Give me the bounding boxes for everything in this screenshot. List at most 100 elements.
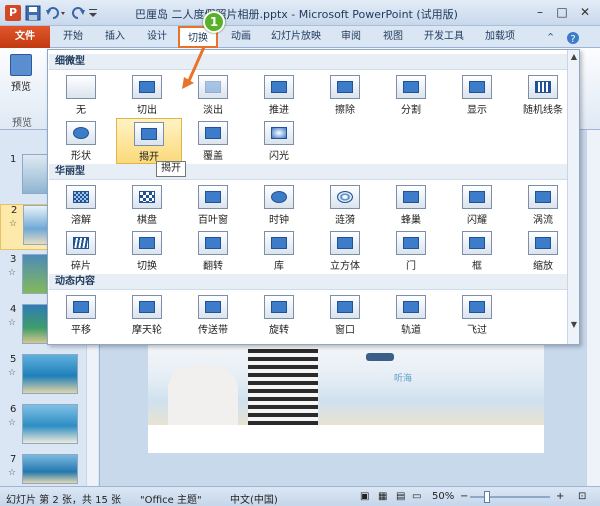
zoom-slider-handle[interactable] <box>484 491 490 503</box>
transition-star-icon: ☆ <box>9 219 18 229</box>
save-icon[interactable] <box>25 5 41 21</box>
transition-gallery-effect[interactable]: 库 <box>246 228 312 274</box>
gallery-scrollbar[interactable]: ▲ ▼ <box>567 50 579 344</box>
slide-thumbnail-row[interactable]: 5 ☆ <box>0 354 96 400</box>
transition-window-icon <box>330 295 360 319</box>
transition-dissolve[interactable]: 溶解 <box>48 182 114 228</box>
transition-ferris-wheel[interactable]: 摩天轮 <box>114 292 180 338</box>
transition-shape-icon <box>66 121 96 145</box>
transition-ripple-icon <box>330 185 360 209</box>
zoom-level[interactable]: 50% <box>432 491 454 502</box>
preview-button[interactable]: 预览 <box>4 52 38 108</box>
slide-canvas: 听海 <box>110 345 580 485</box>
transition-clock[interactable]: 时钟 <box>246 182 312 228</box>
transition-honeycomb-icon <box>396 185 426 209</box>
transition-checkerboard-icon <box>132 185 162 209</box>
redo-icon[interactable] <box>70 5 86 21</box>
tab-slideshow[interactable]: 幻灯片放映 <box>266 26 326 48</box>
scroll-up-icon[interactable]: ▲ <box>569 52 579 62</box>
transition-doors[interactable]: 门 <box>378 228 444 274</box>
transition-orbit[interactable]: 轨道 <box>378 292 444 338</box>
current-slide[interactable]: 听海 <box>148 345 544 453</box>
tab-view[interactable]: 视图 <box>376 26 410 48</box>
slideshow-view-icon[interactable]: ▭ <box>412 491 421 502</box>
normal-view-icon[interactable]: ▣ <box>360 491 369 502</box>
tab-animations[interactable]: 动画 <box>224 26 258 48</box>
transition-zoom-icon <box>528 231 558 255</box>
transition-switch[interactable]: 切换 <box>114 228 180 274</box>
slide-sorter-icon[interactable]: ▦ <box>378 491 387 502</box>
transition-glitter[interactable]: 闪耀 <box>444 182 510 228</box>
tab-addins[interactable]: 加载项 <box>478 26 522 48</box>
tab-insert[interactable]: 插入 <box>98 26 132 48</box>
main-scrollbar[interactable] <box>586 130 600 486</box>
slide-number: 7 <box>10 454 17 465</box>
slide-thumbnail[interactable] <box>22 404 78 444</box>
transition-push[interactable]: 推进 <box>246 72 312 118</box>
transition-uncover-icon <box>134 122 164 146</box>
minimize-button[interactable]: – <box>531 4 549 20</box>
transition-conveyor[interactable]: 传送带 <box>180 292 246 338</box>
step-callout-badge: 1 <box>203 11 225 33</box>
transition-flip[interactable]: 翻转 <box>180 228 246 274</box>
undo-icon[interactable] <box>45 5 65 21</box>
transition-cube[interactable]: 立方体 <box>312 228 378 274</box>
help-icon[interactable]: ? <box>566 31 580 48</box>
transition-wipe[interactable]: 擦除 <box>312 72 378 118</box>
transition-shape[interactable]: 形状 <box>48 118 114 164</box>
slide-number: 4 <box>10 304 17 315</box>
slide-thumbnail[interactable] <box>22 454 78 484</box>
transition-box[interactable]: 框 <box>444 228 510 274</box>
transition-checkerboard[interactable]: 棋盘 <box>114 182 180 228</box>
transition-push-icon <box>264 75 294 99</box>
transition-star-icon: ☆ <box>8 368 17 378</box>
slide-number: 6 <box>10 404 17 415</box>
reading-view-icon[interactable]: ▤ <box>396 491 405 502</box>
slide-thumbnail[interactable] <box>22 354 78 394</box>
transition-window[interactable]: 窗口 <box>312 292 378 338</box>
transition-none[interactable]: 无 <box>48 72 114 118</box>
transition-pan[interactable]: 平移 <box>48 292 114 338</box>
powerpoint-app-icon[interactable]: P <box>5 5 21 21</box>
transition-shred[interactable]: 碎片 <box>48 228 114 274</box>
transition-flip-icon <box>198 231 228 255</box>
tab-design[interactable]: 设计 <box>140 26 174 48</box>
transition-blinds[interactable]: 百叶窗 <box>180 182 246 228</box>
maximize-button[interactable]: □ <box>553 4 571 20</box>
customize-quick-access-icon[interactable] <box>88 5 98 21</box>
transition-rotate-icon <box>264 295 294 319</box>
transition-flash-icon <box>264 121 294 145</box>
slide-thumbnail-row[interactable]: 6 ☆ <box>0 404 96 450</box>
transition-tooltip: 揭开 <box>156 161 186 177</box>
section-subtle-header: 细微型 <box>49 54 568 70</box>
transition-uncover[interactable]: 揭开 <box>116 118 182 164</box>
tab-file[interactable]: 文件 <box>0 26 50 48</box>
transition-rotate[interactable]: 旋转 <box>246 292 312 338</box>
zoom-slider[interactable] <box>470 496 550 498</box>
fit-to-window-icon[interactable]: ⊡ <box>578 491 586 502</box>
zoom-in-icon[interactable]: + <box>556 491 564 502</box>
preview-label: 预览 <box>11 82 31 93</box>
transition-ripple[interactable]: 涟漪 <box>312 182 378 228</box>
transition-honeycomb[interactable]: 蜂巢 <box>378 182 444 228</box>
close-window-button[interactable]: ✕ <box>576 4 594 20</box>
theme-status[interactable]: "Office 主题" <box>140 491 202 506</box>
transition-vortex-icon <box>528 185 558 209</box>
transition-gallery-effect-icon <box>264 231 294 255</box>
transition-flash[interactable]: 闪光 <box>246 118 312 164</box>
tab-review[interactable]: 审阅 <box>334 26 368 48</box>
ribbon-collapse-icon[interactable]: ⌃ <box>546 31 555 44</box>
zoom-out-icon[interactable]: − <box>460 491 468 502</box>
slide-number: 3 <box>10 254 17 265</box>
tab-developer[interactable]: 开发工具 <box>418 26 470 48</box>
tab-home[interactable]: 开始 <box>56 26 90 48</box>
transition-split[interactable]: 分割 <box>378 72 444 118</box>
transition-switch-icon <box>132 231 162 255</box>
transition-cut[interactable]: 切出 <box>114 72 180 118</box>
transition-fly-through[interactable]: 飞过 <box>444 292 510 338</box>
transition-cover[interactable]: 覆盖 <box>180 118 246 164</box>
transition-reveal[interactable]: 显示 <box>444 72 510 118</box>
language-status[interactable]: 中文(中国) <box>230 491 278 506</box>
transition-blinds-icon <box>198 185 228 209</box>
scroll-down-icon[interactable]: ▼ <box>569 320 579 330</box>
